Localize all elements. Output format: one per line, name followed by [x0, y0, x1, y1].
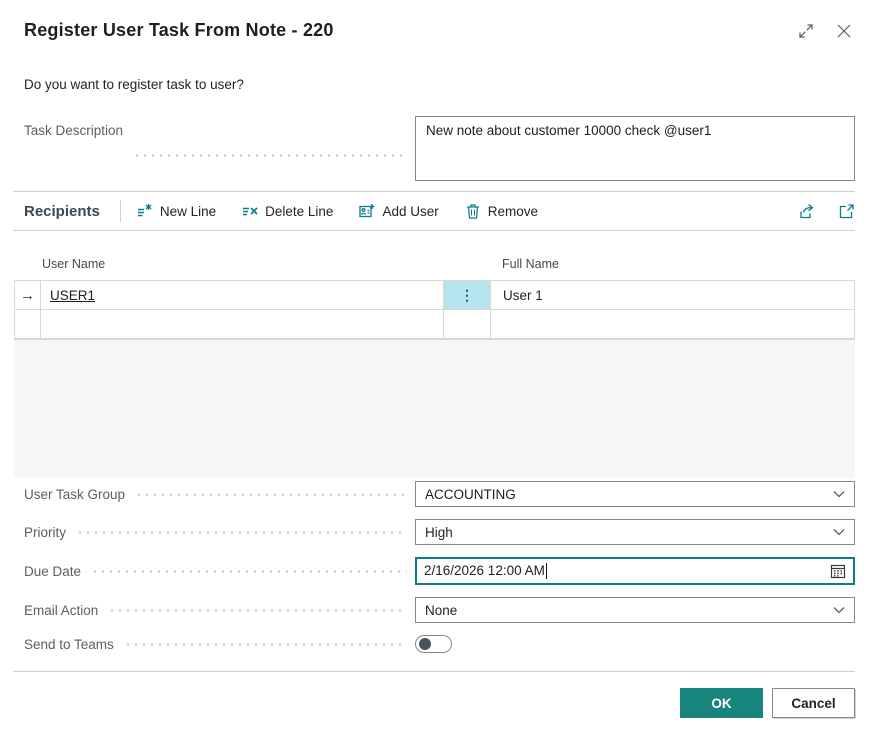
ok-button[interactable]: OK — [680, 688, 763, 718]
due-date-input[interactable]: 2/16/2026 12:00 AM — [415, 557, 855, 585]
table-empty-area — [14, 340, 855, 478]
new-line-label: New Line — [160, 204, 216, 219]
user-task-group-row: User Task Group ACCOUNTING — [0, 481, 875, 507]
calendar-icon[interactable] — [830, 563, 846, 579]
column-header-user-name[interactable]: User Name — [42, 257, 105, 271]
user-name-link[interactable]: USER1 — [50, 288, 95, 303]
table-cell-full-name[interactable] — [491, 310, 854, 339]
divider — [13, 230, 855, 231]
priority-row: Priority High — [0, 519, 875, 545]
priority-value: High — [425, 525, 453, 540]
column-header-full-name[interactable]: Full Name — [502, 257, 559, 271]
chevron-down-icon — [833, 528, 845, 536]
add-user-label: Add User — [382, 204, 438, 219]
send-to-teams-label: Send to Teams — [24, 637, 114, 652]
dotted-leader — [135, 493, 407, 496]
task-description-label: Task Description — [24, 123, 123, 138]
user-task-group-label: User Task Group — [24, 487, 125, 502]
page-title: Register User Task From Note - 220 — [24, 20, 334, 41]
row-indicator: → — [15, 281, 41, 310]
new-line-icon — [137, 203, 153, 219]
dotted-leader — [124, 643, 407, 646]
send-to-teams-toggle[interactable] — [415, 635, 452, 653]
toolbar-separator — [120, 200, 121, 222]
row-menu-button[interactable] — [444, 310, 491, 339]
add-user-button[interactable]: Add User — [359, 203, 438, 219]
due-date-value: 2/16/2026 12:00 AM — [424, 563, 545, 578]
row-indicator — [15, 310, 41, 339]
expand-dialog-icon[interactable] — [797, 22, 815, 40]
task-description-row: Task Description New note about customer… — [0, 116, 875, 181]
user-task-group-select[interactable]: ACCOUNTING — [415, 481, 855, 507]
cancel-button[interactable]: Cancel — [772, 688, 855, 718]
chevron-down-icon — [833, 606, 845, 614]
open-in-new-window-icon[interactable] — [838, 203, 855, 220]
row-menu-button[interactable]: ⋮ — [444, 281, 491, 310]
due-date-label: Due Date — [24, 564, 81, 579]
table-header-row: User Name Full Name — [14, 257, 855, 273]
email-action-label: Email Action — [24, 603, 98, 618]
remove-label: Remove — [488, 204, 538, 219]
ellipsis-vertical-icon: ⋮ — [460, 288, 474, 302]
due-date-row: Due Date 2/16/2026 12:00 AM — [0, 557, 875, 585]
dotted-leader — [91, 570, 407, 573]
table-cell-user-name[interactable] — [41, 310, 444, 339]
table-cell-full-name[interactable]: User 1 — [491, 281, 854, 310]
remove-button[interactable]: Remove — [465, 203, 538, 219]
priority-label: Priority — [24, 525, 66, 540]
dotted-leader — [108, 609, 407, 612]
dotted-leader — [133, 154, 407, 157]
user-task-group-value: ACCOUNTING — [425, 487, 516, 502]
add-user-icon — [359, 203, 375, 219]
share-icon[interactable] — [799, 203, 816, 220]
delete-line-icon — [242, 203, 258, 219]
dotted-leader — [76, 531, 407, 534]
recipients-toolbar: Recipients New Line Delete Line — [0, 192, 875, 230]
dialog-prompt: Do you want to register task to user? — [0, 41, 875, 92]
new-line-button[interactable]: New Line — [137, 203, 216, 219]
dialog-footer: OK Cancel — [0, 672, 875, 718]
send-to-teams-row: Send to Teams — [0, 635, 875, 653]
recipients-table: → USER1 ⋮ User 1 — [14, 280, 855, 340]
delete-line-button[interactable]: Delete Line — [242, 203, 333, 219]
email-action-select[interactable]: None — [415, 597, 855, 623]
toggle-knob — [419, 638, 431, 650]
task-description-input[interactable]: New note about customer 10000 check @use… — [415, 116, 855, 181]
chevron-down-icon — [833, 490, 845, 498]
remove-icon — [465, 203, 481, 219]
table-cell-user-name[interactable]: USER1 — [41, 281, 444, 310]
email-action-value: None — [425, 603, 457, 618]
email-action-row: Email Action None — [0, 597, 875, 623]
text-cursor — [546, 563, 547, 579]
dialog-header: Register User Task From Note - 220 — [0, 0, 875, 41]
delete-line-label: Delete Line — [265, 204, 333, 219]
close-icon[interactable] — [835, 22, 853, 40]
recipients-heading: Recipients — [24, 203, 100, 220]
priority-select[interactable]: High — [415, 519, 855, 545]
